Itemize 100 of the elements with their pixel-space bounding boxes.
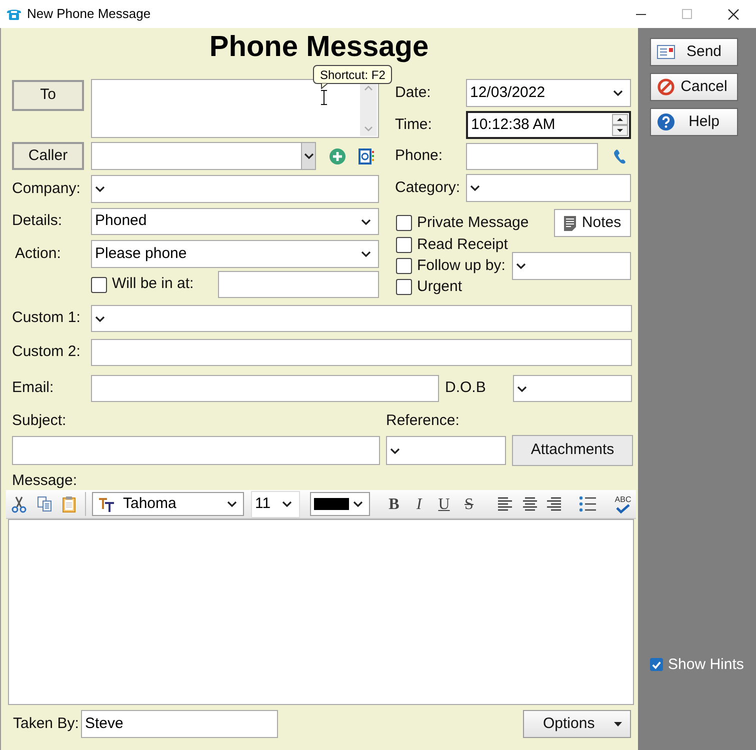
font-size-dropdown[interactable]: 11: [251, 490, 300, 518]
phone-field[interactable]: [466, 143, 598, 170]
field-label: Private Message: [417, 212, 529, 233]
chevron-down-icon: [353, 501, 363, 507]
field-label: Taken By:: [12, 714, 80, 734]
subject-field[interactable]: [12, 436, 380, 465]
chevron-down-icon: [361, 218, 371, 224]
address-book-icon[interactable]: [358, 148, 374, 164]
button[interactable]: Cancel: [650, 73, 738, 101]
scrollbar[interactable]: [360, 81, 377, 136]
font-dropdown[interactable]: Tahoma: [92, 492, 244, 516]
chevron-down-icon: [304, 153, 314, 159]
checkbox[interactable]: [396, 258, 412, 274]
underline-button[interactable]: U: [435, 493, 453, 515]
chevron-down-icon: [470, 185, 480, 191]
button[interactable]: Help: [650, 108, 738, 136]
field-label: Custom 2:: [12, 342, 82, 362]
field-label: Company:: [12, 178, 82, 199]
field-label: Action:: [14, 244, 62, 264]
field-label: Follow up by:: [417, 256, 506, 276]
checkbox[interactable]: [396, 215, 412, 231]
dropdown[interactable]: [91, 175, 379, 203]
form-heading: Phone Message: [209, 31, 429, 64]
tooltip-tail: [321, 83, 329, 89]
close-icon: [728, 8, 738, 20]
align-center-icon[interactable]: [522, 496, 538, 512]
chevron-down-icon: [95, 316, 105, 322]
maximize-icon: [682, 9, 692, 19]
dropdown[interactable]: [466, 174, 631, 202]
field-label: Phone:: [394, 146, 444, 166]
time-field[interactable]: [218, 271, 379, 298]
field-label: Custom 1:: [12, 308, 82, 328]
cut-icon[interactable]: [11, 496, 27, 512]
field-label: Time:: [394, 114, 433, 135]
check-icon: [615, 504, 631, 514]
chevron-down-icon: [390, 448, 400, 454]
spinner[interactable]: [612, 114, 628, 136]
checkbox[interactable]: [650, 658, 663, 672]
date-picker[interactable]: 12/03/2022: [466, 79, 631, 107]
dropdown[interactable]: Please phone: [91, 240, 379, 268]
phone-icon: [6, 7, 22, 21]
tooltip: Shortcut: F2: [313, 65, 392, 84]
dropdown[interactable]: [386, 436, 506, 465]
field-label: Date:: [394, 82, 432, 103]
button[interactable]: Send: [650, 38, 738, 66]
phone-icon[interactable]: [614, 149, 626, 164]
add-icon[interactable]: [329, 148, 346, 164]
bold-button[interactable]: B: [385, 493, 403, 515]
notes-icon: [564, 216, 576, 230]
field-label: Urgent: [417, 276, 462, 297]
field-label: Subject:: [12, 410, 68, 431]
strikethrough-button[interactable]: S: [460, 493, 478, 515]
chevron-down-icon: [516, 263, 526, 269]
attachments-button[interactable]: Attachments: [512, 435, 633, 466]
color-dropdown[interactable]: [310, 492, 370, 516]
text-cursor-icon: [320, 90, 328, 105]
dropdown[interactable]: [91, 305, 632, 332]
field-label: Will be in at:: [112, 274, 194, 294]
chevron-down-icon: [361, 251, 371, 257]
to-field[interactable]: [91, 79, 379, 138]
help-icon: [657, 113, 675, 131]
font-icon: [99, 496, 115, 512]
dropdown[interactable]: Phoned: [91, 208, 379, 235]
spellcheck-button[interactable]: ABC: [612, 492, 634, 516]
field-label: Email:: [12, 378, 55, 398]
field-label: Reference:: [386, 410, 460, 431]
caller-combobox[interactable]: [91, 142, 316, 170]
field-label: Category:: [394, 178, 462, 198]
cancel-icon: [657, 78, 675, 96]
paste-icon[interactable]: [62, 496, 76, 512]
taken-by-field[interactable]: Steve: [81, 710, 278, 738]
field-label: D.O.B: [445, 378, 487, 398]
chevron-down-icon: [517, 386, 527, 392]
align-left-icon[interactable]: [497, 496, 513, 512]
chevron-down-icon: [95, 186, 105, 192]
chevron-down-icon: [282, 501, 292, 507]
dropdown[interactable]: [513, 375, 632, 402]
options-button[interactable]: Options: [523, 710, 631, 738]
field-label: Message:: [12, 470, 78, 491]
chevron-down-icon: [227, 501, 237, 507]
button[interactable]: To: [12, 80, 84, 111]
time-field[interactable]: 10:12:38 AM: [466, 111, 631, 139]
field-label: Read Receipt: [417, 234, 508, 255]
checkbox[interactable]: [396, 279, 412, 295]
italic-button[interactable]: I: [410, 493, 428, 515]
align-right-icon[interactable]: [546, 496, 562, 512]
caret-icon: [614, 722, 622, 726]
field-label: Details:: [12, 211, 64, 232]
text-field[interactable]: [91, 339, 632, 366]
checkbox[interactable]: [396, 237, 412, 253]
window-title: New Phone Message: [27, 5, 151, 24]
notes-button[interactable]: Notes: [554, 209, 631, 237]
button[interactable]: Caller: [12, 142, 84, 170]
dropdown[interactable]: [512, 252, 631, 280]
email-field[interactable]: [91, 375, 439, 402]
message-icon: [657, 45, 675, 59]
bullet-list-icon[interactable]: [579, 496, 596, 512]
chevron-down-icon: [613, 90, 623, 96]
checkbox[interactable]: [91, 276, 107, 292]
copy-icon[interactable]: [37, 496, 53, 512]
